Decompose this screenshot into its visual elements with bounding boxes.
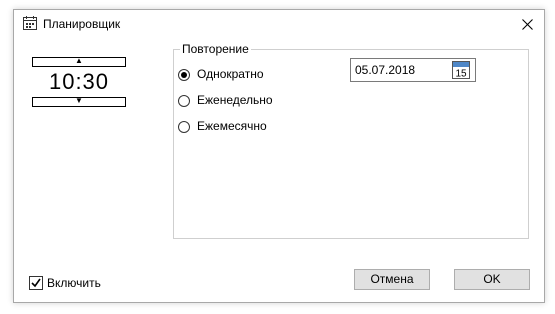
scheduler-dialog: Планировщик ▲ 10:30 ▼ Повторение Однокра… [13, 9, 545, 303]
time-picker: ▲ 10:30 ▼ [32, 56, 126, 107]
date-picker: 15 [350, 58, 476, 82]
date-input[interactable] [355, 62, 445, 78]
calendar-day-label: 15 [455, 69, 467, 80]
radio-circle [178, 95, 190, 107]
checkmark-icon [31, 278, 41, 288]
close-button[interactable] [514, 12, 540, 36]
time-decrement-button[interactable]: ▼ [32, 96, 126, 107]
radio-weekly-label: Еженедельно [197, 93, 273, 107]
radio-circle [178, 121, 190, 133]
ok-button[interactable]: OK [454, 269, 530, 290]
calendar-icon [23, 16, 37, 30]
radio-dot [181, 72, 187, 78]
arrow-down-icon: ▼ [75, 96, 83, 105]
close-icon [522, 19, 533, 30]
arrow-up-icon: ▲ [75, 56, 83, 65]
time-display[interactable]: 10:30 [32, 69, 126, 95]
enable-label: Включить [47, 276, 101, 290]
radio-circle [178, 69, 190, 81]
repeat-group-legend: Повторение [180, 42, 251, 56]
cancel-button[interactable]: Отмена [354, 269, 430, 290]
checkbox-box [29, 276, 43, 290]
time-increment-button[interactable]: ▲ [32, 56, 126, 67]
radio-once-label: Однократно [197, 67, 264, 81]
repeat-group: Повторение Однократно Еженедельно Ежемес… [173, 42, 529, 239]
title-bar: Планировщик [14, 10, 544, 38]
calendar-icon: 15 [452, 61, 470, 80]
dialog-title: Планировщик [43, 17, 121, 31]
radio-monthly-label: Ежемесячно [197, 119, 267, 133]
date-picker-button[interactable]: 15 [452, 61, 470, 80]
